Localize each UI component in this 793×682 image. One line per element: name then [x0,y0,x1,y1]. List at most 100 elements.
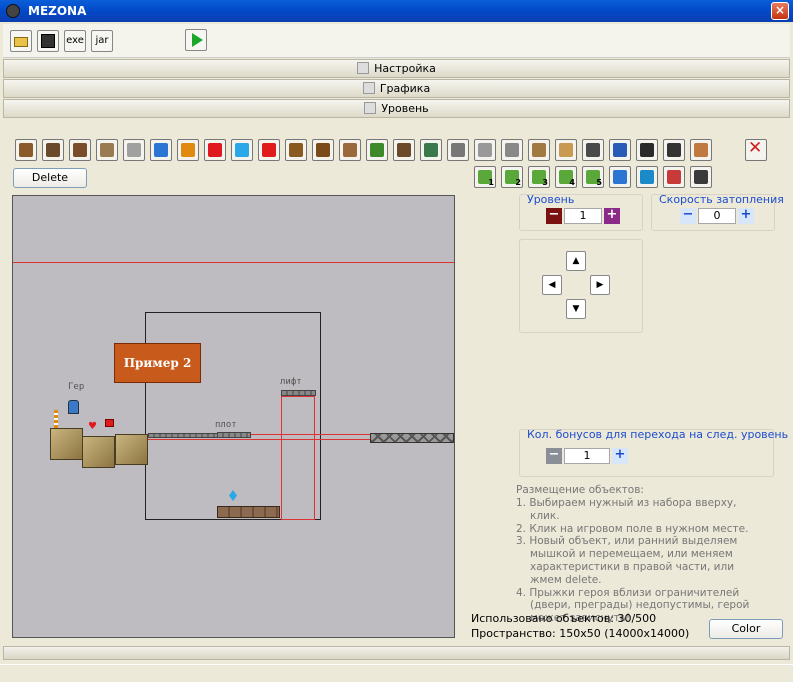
bird-icon [343,143,357,157]
run-play-button[interactable] [185,29,207,51]
monster2-icon [316,143,330,157]
help-item: 3. Новый объект, или ранний выделяем мыш… [516,535,738,586]
palette-cannon-button[interactable] [393,139,415,161]
skull-icon [667,170,681,184]
stone-block[interactable] [50,428,83,460]
flood-plus-button[interactable]: + [738,208,754,224]
palette-water-button[interactable] [150,139,172,161]
palette-tree4-button[interactable]: 4 [555,166,577,188]
palette-scroll-button[interactable] [555,139,577,161]
hero-label: Гер [68,382,85,392]
raft-path-line [148,439,370,440]
palette-grate-button[interactable] [123,139,145,161]
palette-key-button[interactable] [447,139,469,161]
palette-water-block-button[interactable] [609,166,631,188]
palette-heart-button[interactable] [204,139,226,161]
flag-icon [262,143,276,157]
level-spinner[interactable]: − 1 + [546,208,620,224]
example-badge[interactable]: Пример 2 [114,343,201,383]
folder-icon [14,37,28,47]
close-button[interactable]: × [771,2,789,20]
heart-sprite[interactable]: ♥ [88,422,97,432]
color-button[interactable]: Color [709,619,783,639]
palette-pirate-button[interactable] [636,139,658,161]
flood-minus-button[interactable]: − [680,208,696,224]
palette-flag-button[interactable] [258,139,280,161]
clear-all-button[interactable]: ✕ [745,139,767,161]
grid-icon [364,102,377,114]
bonus-minus-button[interactable]: − [546,448,562,464]
scroll-left-button[interactable]: ◀ [542,275,562,295]
scroll-right-button[interactable]: ▶ [590,275,610,295]
palette-wall-block-button[interactable] [15,139,37,161]
help-title: Размещение объектов: [516,484,644,496]
palette-tree5-button[interactable]: 5 [582,166,604,188]
palette-gate-button[interactable] [42,139,64,161]
panel-settings[interactable]: Настройка [3,59,790,78]
palette-log-button[interactable] [69,139,91,161]
save-button[interactable] [37,30,59,52]
delete-button[interactable]: Delete [13,168,87,188]
level-canvas[interactable]: Пример 2 Гер ♥ плот лифт [12,195,455,638]
palette-list-button[interactable] [609,139,631,161]
stone-block[interactable] [115,434,148,465]
lift-label: лифт [280,377,302,387]
panel-graphics[interactable]: Графика [3,79,790,98]
flood-value[interactable]: 0 [698,208,736,224]
torch-icon [181,143,195,157]
export-jar-button[interactable]: jar [91,30,113,52]
door-icon [424,143,438,157]
palette-boot-button[interactable] [582,139,604,161]
open-folder-button[interactable] [10,30,32,52]
palette-lock2-button[interactable] [501,139,523,161]
flood-spinner[interactable]: − 0 + [680,208,754,224]
level-plus-button[interactable]: + [604,208,620,224]
palette-torch-button[interactable] [177,139,199,161]
level-minus-button[interactable]: − [546,208,562,224]
palette-tree3-button[interactable]: 3 [528,166,550,188]
panel-graphics-label: Графика [379,82,431,95]
bonus-plus-button[interactable]: + [612,448,628,464]
palette-item-number: 1 [488,178,494,187]
palette-lock-button[interactable] [474,139,496,161]
cannon-icon [397,143,411,157]
stone-block[interactable] [82,436,115,468]
palette-gun-button[interactable] [663,139,685,161]
torch-sprite[interactable] [54,410,58,428]
palette-bird-button[interactable] [339,139,361,161]
rail-track[interactable] [148,433,220,438]
app-icon [6,4,20,18]
hero-sprite[interactable] [68,400,79,414]
truss-bridge[interactable] [370,433,454,443]
palette-hero-button[interactable] [690,139,712,161]
palette-door-button[interactable] [420,139,442,161]
palette-portal-button[interactable] [636,166,658,188]
scroll-up-button[interactable]: ▲ [566,251,586,271]
palette-empty-button[interactable] [690,166,712,188]
palette-tree1-button[interactable]: 1 [474,166,496,188]
palette-monster-button[interactable] [285,139,307,161]
scroll-down-button[interactable]: ▼ [566,299,586,319]
raft-platform[interactable] [217,432,251,438]
palette-fence-button[interactable] [96,139,118,161]
palette-tree2-button[interactable]: 2 [501,166,523,188]
lock-icon [478,143,492,157]
flag-sprite[interactable] [105,419,114,427]
portal-icon [640,170,654,184]
palette-lever-button[interactable] [528,139,550,161]
stone-ground[interactable] [217,506,280,518]
palette-skull-button[interactable] [663,166,685,188]
palette-crystal-button[interactable] [231,139,253,161]
bonus-value[interactable]: 1 [564,448,610,464]
empty-icon [694,170,708,184]
flood-line [13,262,454,263]
export-exe-button[interactable]: exe [64,30,86,52]
palette-monster2-button[interactable] [312,139,334,161]
bottom-collapsed-panel[interactable] [3,646,790,660]
bonus-spinner[interactable]: − 1 + [546,448,628,464]
palette-item-number: 5 [596,178,602,187]
panel-level[interactable]: Уровень [3,99,790,118]
palette-plant-button[interactable] [366,139,388,161]
level-value[interactable]: 1 [564,208,602,224]
grate-icon [127,143,141,157]
